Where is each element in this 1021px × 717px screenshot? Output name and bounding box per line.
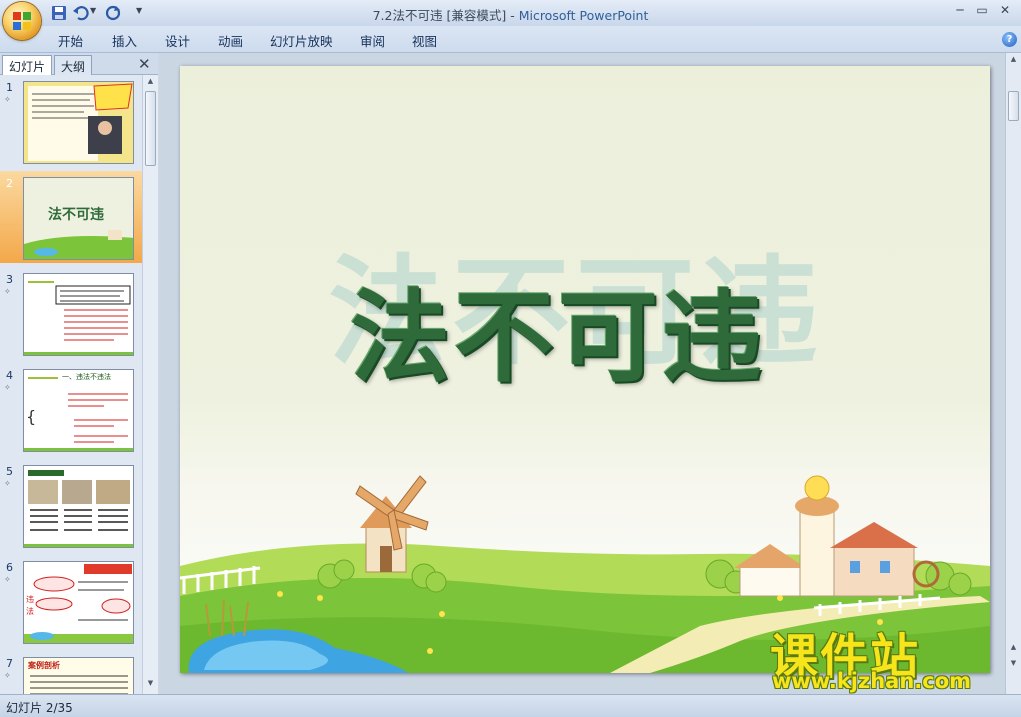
thumbnail-slide-3[interactable]: 3 ✧	[0, 267, 142, 359]
office-logo-icon	[13, 12, 31, 30]
tab-slideshow[interactable]: 幻灯片放映	[270, 31, 333, 50]
thumbnail-slide-1[interactable]: 1 ✧	[0, 75, 142, 167]
transition-icon: ✧	[4, 575, 11, 584]
watermark-url: www.kjzhan.com	[772, 669, 972, 693]
scroll-up-icon[interactable]: ▲	[145, 77, 156, 89]
title-bar: ▼ ▼ 7.2法不可违 [兼容模式] - Microsoft PowerPoin…	[0, 0, 1021, 40]
close-pane-icon[interactable]: ✕	[138, 55, 151, 73]
thumbnail-slide-6[interactable]: 6 ✧ 违 法	[0, 555, 142, 647]
svg-text:违: 违	[26, 595, 34, 604]
thumbnail-graphic: {	[24, 377, 133, 451]
thumbnail-slide-2[interactable]: 2 法不可违	[0, 171, 142, 263]
svg-text:{: {	[26, 407, 36, 426]
tab-design[interactable]: 设计	[165, 31, 190, 50]
scroll-down-icon[interactable]: ▼	[145, 679, 156, 691]
transition-icon: ✧	[4, 383, 11, 392]
tab-home[interactable]: 开始	[58, 31, 83, 50]
thumbnail-graphic	[24, 470, 133, 547]
document-name: 7.2法不可违 [兼容模式]	[372, 8, 507, 23]
slide-editor: 法不可违 法不可违	[159, 53, 1005, 694]
slide-thumbnail: 违 法	[23, 561, 134, 644]
slide-scrollbar[interactable]: ▲ ▲ ▼	[1005, 53, 1021, 694]
app-name: Microsoft PowerPoint	[518, 8, 649, 23]
close-window-icon[interactable]: ✕	[995, 2, 1015, 18]
scroll-thumb[interactable]	[145, 91, 156, 166]
help-icon[interactable]: ?	[1002, 32, 1017, 47]
window-title: 7.2法不可违 [兼容模式] - Microsoft PowerPoint	[0, 5, 1021, 24]
tab-insert[interactable]: 插入	[112, 31, 137, 50]
slide-number: 3	[6, 273, 13, 286]
title-separator: -	[506, 8, 519, 23]
thumbnail-list: 1 ✧ 2 法不可违 3 ✧ 4 ✧ 一、违法不违法 {5 ✧ 6 ✧ 违 法…	[0, 75, 142, 694]
thumbnail-scrollbar[interactable]: ▲ ▼	[142, 75, 158, 694]
office-button[interactable]	[3, 2, 41, 40]
tab-outline[interactable]: 大纲	[54, 55, 93, 75]
thumbnail-graphic: 违 法	[24, 564, 133, 643]
svg-text:法: 法	[26, 606, 34, 616]
slide-number: 5	[6, 465, 13, 478]
ribbon-tab-bar: 开始 插入 设计 动画 幻灯片放映 审阅 视图 ?	[0, 26, 1021, 53]
slide-number: 6	[6, 561, 13, 574]
slide-number: 1	[6, 81, 13, 94]
thumbnail-slide-7[interactable]: 7 ✧ 案例剖析	[0, 651, 142, 694]
slide-number: 7	[6, 657, 13, 670]
pane-tabs: 幻灯片 大纲 ✕	[0, 53, 158, 75]
thumbnail-graphic	[24, 230, 133, 259]
thumbnail-slide-4[interactable]: 4 ✧ 一、违法不违法 {	[0, 363, 142, 455]
tab-slides[interactable]: 幻灯片	[2, 55, 53, 75]
minimize-icon[interactable]: ─	[950, 2, 970, 18]
slides-pane: 幻灯片 大纲 ✕ 1 ✧ 2 法不可违 3 ✧ 4 ✧ 一、违法不违法 {5 …	[0, 53, 158, 694]
thumbnail-graphic	[28, 83, 133, 161]
transition-icon: ✧	[4, 671, 11, 680]
thumbnail-title: 一、违法不违法	[62, 373, 111, 381]
thumbnail-graphic	[24, 281, 133, 355]
tab-animations[interactable]: 动画	[218, 31, 243, 50]
transition-icon: ✧	[4, 479, 11, 488]
tab-view[interactable]: 视图	[412, 31, 437, 50]
restore-icon[interactable]: ▭	[972, 2, 992, 18]
status-bar: 幻灯片 2/35	[0, 694, 1021, 717]
slide-title[interactable]: 法不可违	[350, 256, 766, 401]
transition-icon: ✧	[4, 95, 11, 104]
slide-number: 4	[6, 369, 13, 382]
current-slide[interactable]: 法不可违 法不可违	[180, 66, 990, 673]
slide-thumbnail: 法不可违	[23, 177, 134, 260]
slide-thumbnail: 案例剖析	[23, 657, 134, 694]
thumbnail-slide-5[interactable]: 5 ✧	[0, 459, 142, 551]
watermark: 课件站 www.kjzhan.com	[770, 617, 1010, 697]
scroll-up-icon[interactable]: ▲	[1008, 55, 1019, 67]
slide-counter: 幻灯片 2/35	[6, 701, 73, 715]
slide-thumbnail	[23, 273, 134, 356]
slide-thumbnail	[23, 465, 134, 548]
tab-review[interactable]: 审阅	[360, 31, 385, 50]
house	[734, 475, 940, 597]
thumbnail-title: 案例剖析	[28, 661, 60, 670]
transition-icon: ✧	[4, 287, 11, 296]
slide-thumbnail: 一、违法不违法 {	[23, 369, 134, 452]
slide-thumbnail	[23, 81, 134, 164]
slide-number: 2	[6, 177, 13, 190]
scroll-thumb[interactable]	[1008, 91, 1019, 121]
